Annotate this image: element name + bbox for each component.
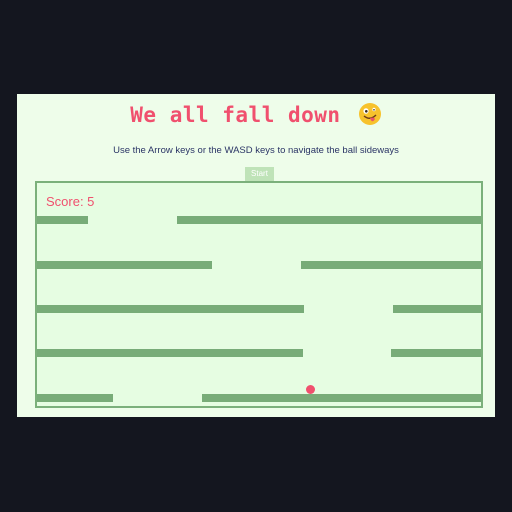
- platform: [37, 261, 212, 269]
- platform: [37, 349, 303, 357]
- platform: [391, 349, 481, 357]
- score-label: Score: 5: [46, 194, 95, 209]
- start-button[interactable]: Start: [245, 167, 274, 181]
- platform: [301, 261, 481, 269]
- platform: [177, 216, 481, 224]
- game-title-text: We all fall down: [130, 103, 341, 127]
- platform: [393, 305, 481, 313]
- platform: [37, 216, 88, 224]
- platform: [202, 394, 481, 402]
- game-title: We all fall down: [0, 102, 512, 127]
- zany-face-icon: [358, 103, 381, 125]
- platform: [37, 305, 304, 313]
- ball: [306, 385, 315, 394]
- instructions-text: Use the Arrow keys or the WASD keys to n…: [113, 145, 399, 156]
- platform: [37, 394, 113, 402]
